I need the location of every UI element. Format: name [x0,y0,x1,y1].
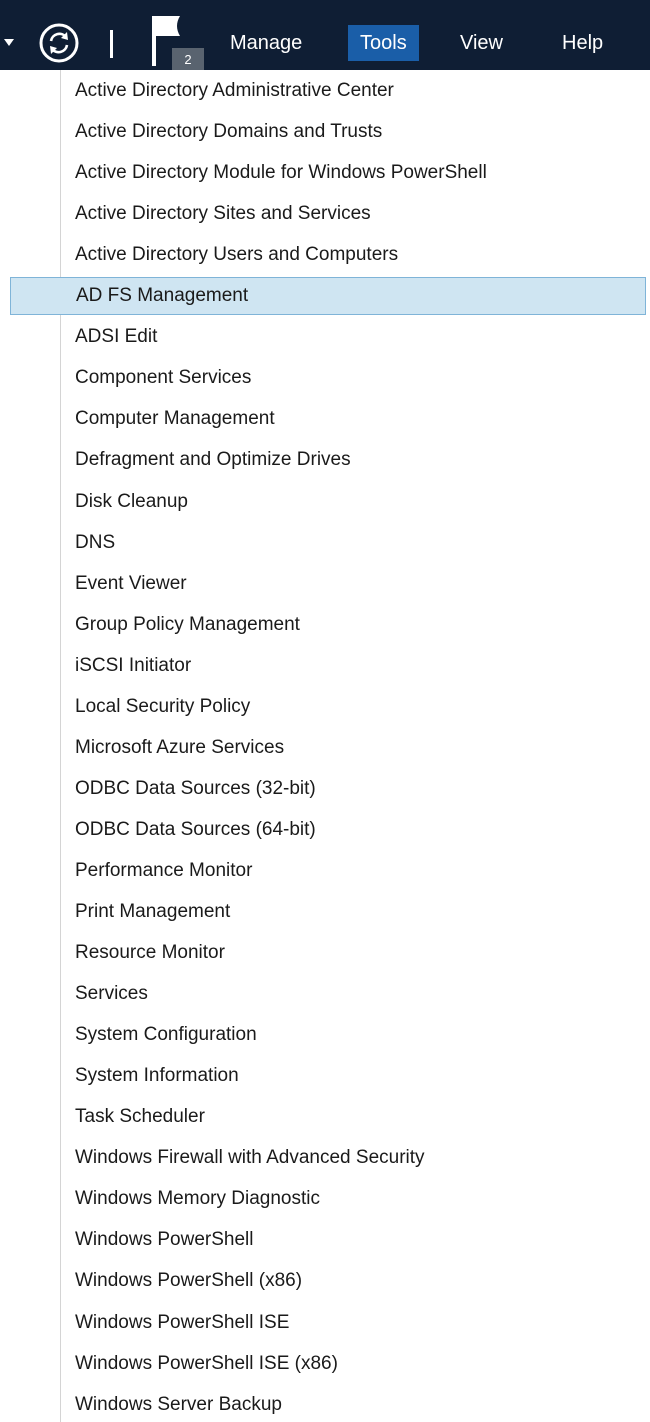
tools-menu-item[interactable]: Group Policy Management [0,606,650,644]
tools-menu-item[interactable]: Windows PowerShell ISE (x86) [0,1345,650,1383]
tools-menu-item[interactable]: DNS [0,524,650,562]
tools-dropdown-menu: Active Directory Administrative Center Ac… [0,70,650,1422]
tools-menu-item[interactable]: Services [0,975,650,1013]
tools-menu-item[interactable]: Windows PowerShell ISE [0,1304,650,1342]
tools-menu-item[interactable]: System Configuration [0,1016,650,1054]
tools-menu-item[interactable]: Event Viewer [0,565,650,603]
tools-menu-item[interactable]: Defragment and Optimize Drives [0,441,650,479]
notification-count-badge: 2 [172,48,204,70]
tools-menu-item[interactable]: Windows PowerShell (x86) [0,1262,650,1300]
menu-help[interactable]: Help [550,25,615,61]
tools-menu-item[interactable]: Active Directory Sites and Services [0,195,650,233]
tools-menu-item[interactable]: Windows Firewall with Advanced Security [0,1139,650,1177]
tools-menu-item[interactable]: Active Directory Users and Computers [0,236,650,274]
tools-menu-item[interactable]: Active Directory Module for Windows Powe… [0,154,650,192]
tools-menu-item[interactable]: Windows PowerShell [0,1221,650,1259]
tools-menu-item[interactable]: Performance Monitor [0,852,650,890]
tools-menu-item[interactable]: Task Scheduler [0,1098,650,1136]
tools-menu-item[interactable]: Print Management [0,893,650,931]
tools-menu-item[interactable]: Computer Management [0,400,650,438]
menu-tools[interactable]: Tools [348,25,419,61]
tools-menu-item[interactable]: Windows Server Backup [0,1386,650,1422]
tools-menu-item[interactable]: ODBC Data Sources (64-bit) [0,811,650,849]
tools-menu-item[interactable]: Windows Memory Diagnostic [0,1180,650,1218]
tools-menu-item[interactable]: Active Directory Domains and Trusts [0,113,650,151]
tools-menu-item[interactable]: Microsoft Azure Services [0,729,650,767]
tools-menu-item[interactable]: Active Directory Administrative Center [0,72,650,110]
tools-menu-item[interactable]: AD FS Management [10,277,646,315]
caret-down-icon[interactable] [4,39,14,46]
tools-menu-item[interactable]: Disk Cleanup [0,483,650,521]
tools-menu-item[interactable]: Resource Monitor [0,934,650,972]
menu-bar: 2 Manage Tools View Help [0,0,650,70]
tools-menu-item[interactable]: Local Security Policy [0,688,650,726]
tools-menu-item[interactable]: iSCSI Initiator [0,647,650,685]
tools-menu-item[interactable]: System Information [0,1057,650,1095]
tools-menu-item[interactable]: Component Services [0,359,650,397]
refresh-icon[interactable] [38,22,80,64]
menu-view[interactable]: View [448,25,515,61]
tools-menu-item[interactable]: ADSI Edit [0,318,650,356]
toolbar-separator [110,30,113,58]
server-manager-screen: 2 Manage Tools View Help Active Directory A… [0,0,650,1422]
tools-menu-item[interactable]: ODBC Data Sources (32-bit) [0,770,650,808]
menu-manage[interactable]: Manage [218,25,314,61]
